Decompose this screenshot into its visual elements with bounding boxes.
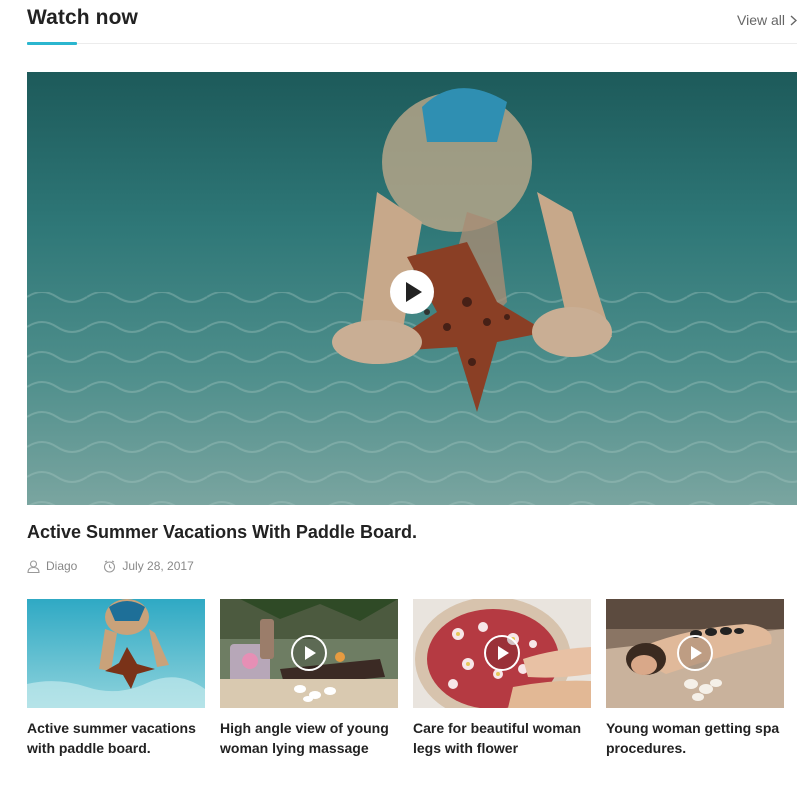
play-icon bbox=[406, 282, 422, 302]
featured-meta: Diago July 28, 2017 bbox=[27, 559, 194, 573]
publish-date: July 28, 2017 bbox=[122, 559, 194, 573]
video-card[interactable]: Active summer vacations with paddle boar… bbox=[27, 599, 205, 758]
card-thumbnail[interactable] bbox=[606, 599, 784, 708]
featured-title[interactable]: Active Summer Vacations With Paddle Boar… bbox=[27, 522, 417, 543]
play-button[interactable] bbox=[291, 635, 327, 671]
card-title[interactable]: Young woman getting spa procedures. bbox=[606, 718, 784, 758]
play-button[interactable] bbox=[677, 635, 713, 671]
clock-icon bbox=[104, 560, 116, 573]
featured-video[interactable] bbox=[27, 72, 797, 505]
view-all-label: View all bbox=[737, 12, 785, 28]
chevron-right-icon bbox=[790, 14, 797, 26]
video-card[interactable]: Care for beautiful woman legs with flowe… bbox=[413, 599, 591, 758]
video-cards: Active summer vacations with paddle boar… bbox=[27, 599, 797, 758]
play-button[interactable] bbox=[390, 270, 434, 314]
play-icon bbox=[691, 646, 702, 660]
date-meta: July 28, 2017 bbox=[103, 559, 194, 573]
card-image bbox=[27, 599, 205, 708]
section-title: Watch now bbox=[27, 6, 138, 29]
title-underline bbox=[27, 42, 77, 45]
card-title[interactable]: Care for beautiful woman legs with flowe… bbox=[413, 718, 591, 758]
card-thumbnail[interactable] bbox=[413, 599, 591, 708]
play-icon bbox=[498, 646, 509, 660]
section-header: Watch now View all bbox=[27, 0, 797, 45]
author-name[interactable]: Diago bbox=[46, 559, 77, 573]
play-button[interactable] bbox=[484, 635, 520, 671]
card-thumbnail[interactable] bbox=[27, 599, 205, 708]
play-icon bbox=[305, 646, 316, 660]
video-card[interactable]: Young woman getting spa procedures. bbox=[606, 599, 784, 758]
view-all-link[interactable]: View all bbox=[737, 12, 797, 28]
card-title[interactable]: Active summer vacations with paddle boar… bbox=[27, 718, 205, 758]
user-icon bbox=[27, 559, 40, 573]
card-thumbnail[interactable] bbox=[220, 599, 398, 708]
card-title[interactable]: High angle view of young woman lying mas… bbox=[220, 718, 398, 758]
video-card[interactable]: High angle view of young woman lying mas… bbox=[220, 599, 398, 758]
author-meta: Diago bbox=[27, 559, 77, 573]
